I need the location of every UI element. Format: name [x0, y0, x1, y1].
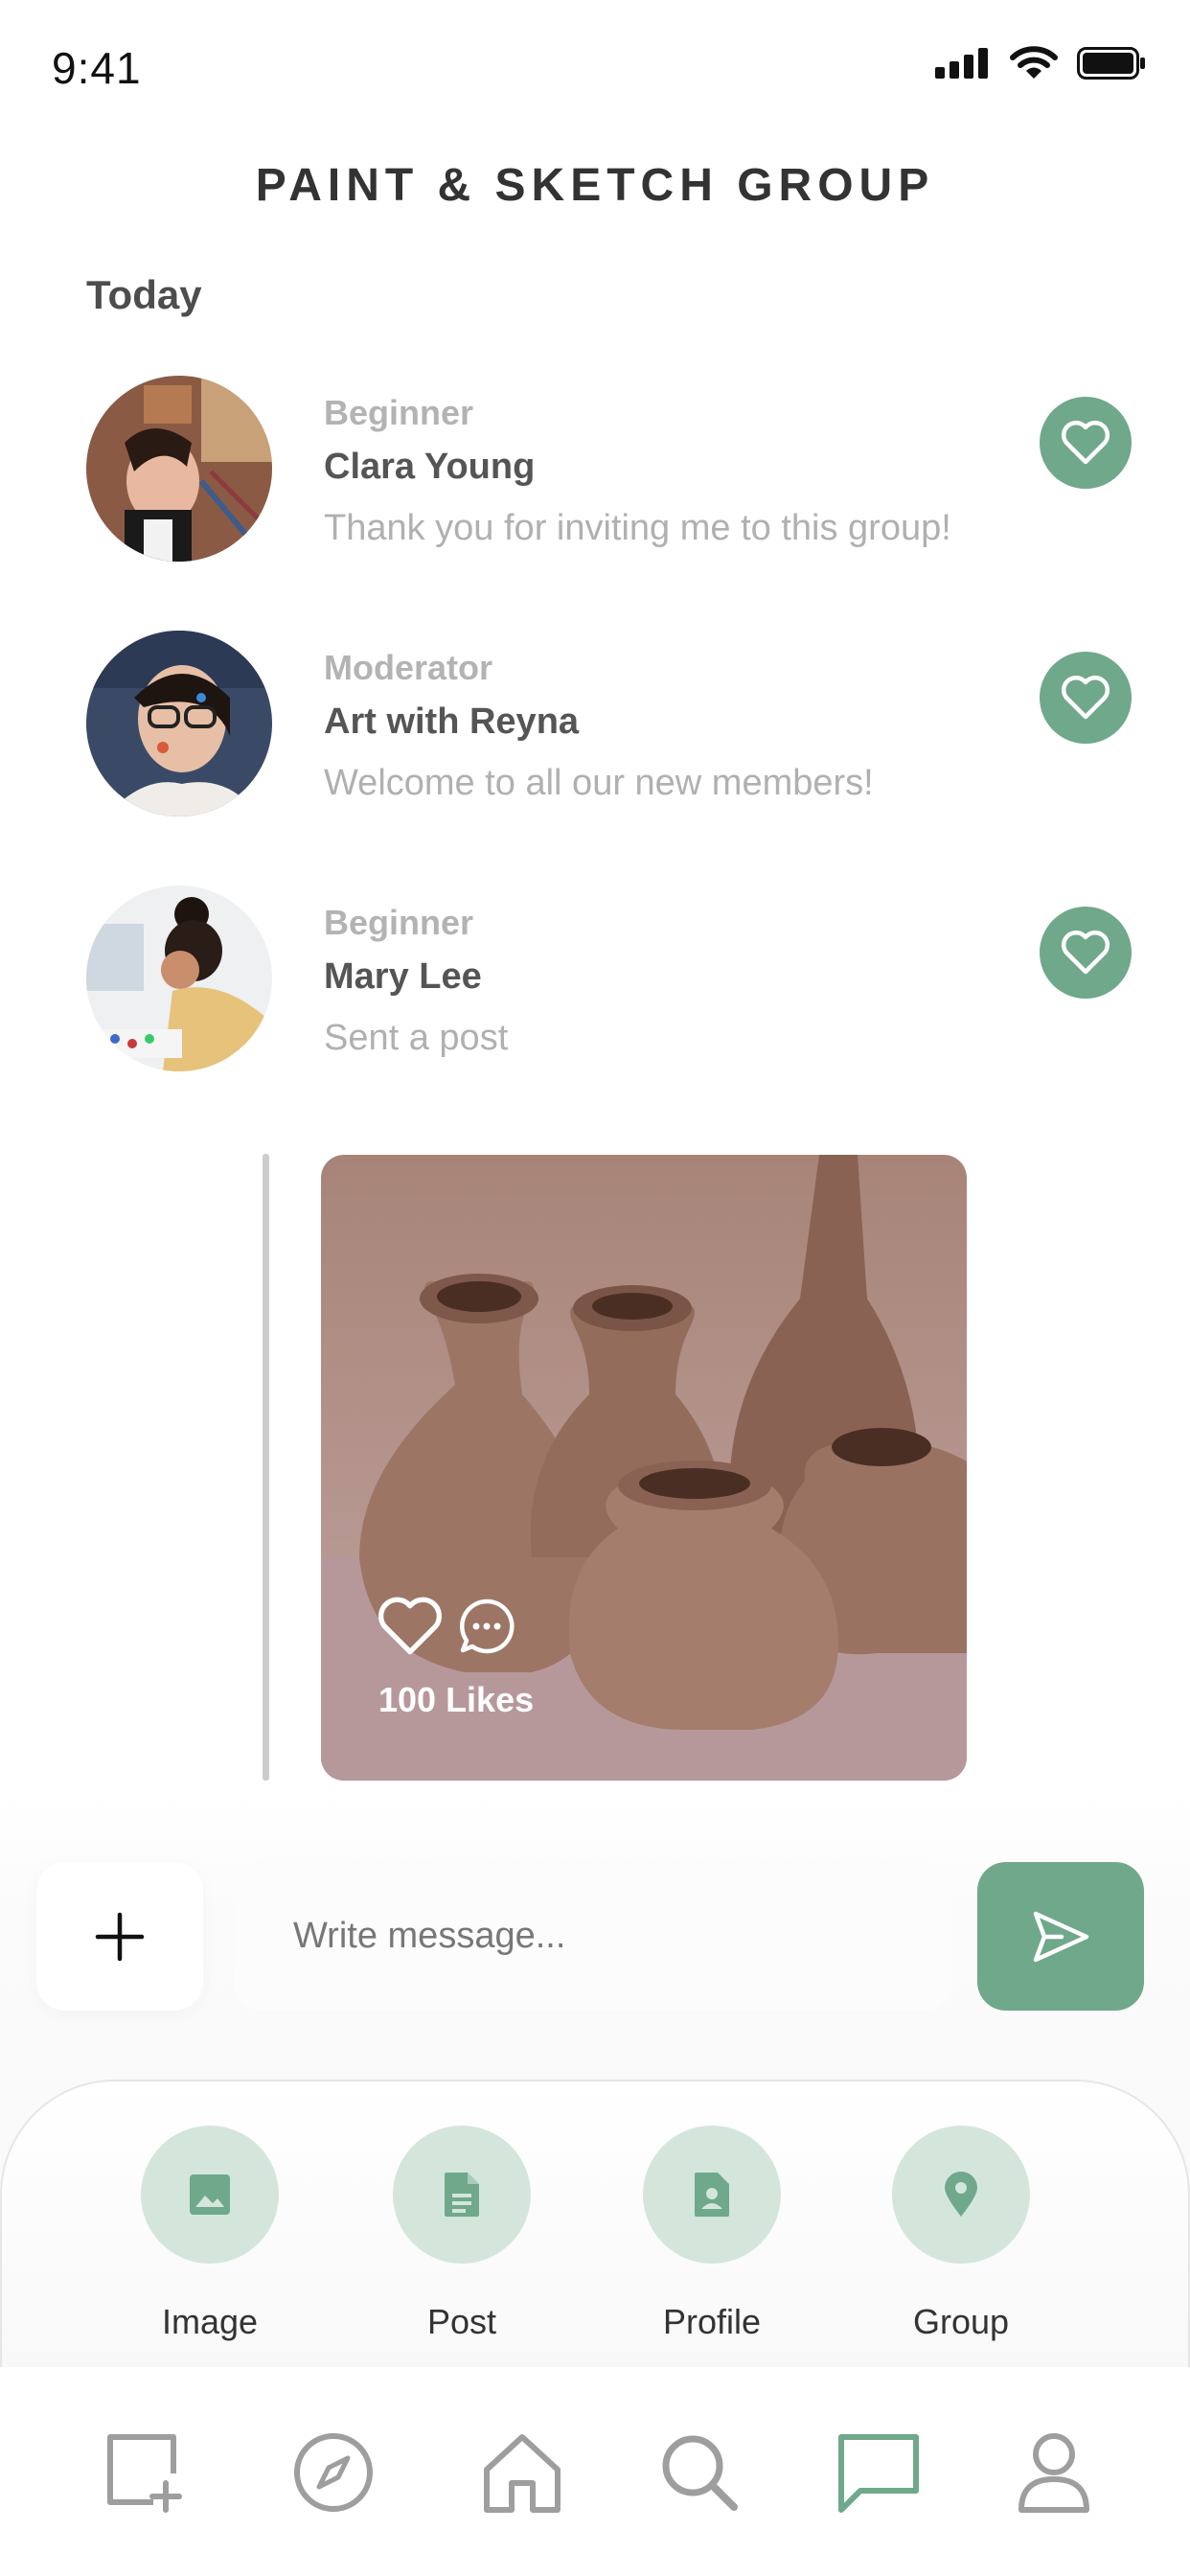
post-actions: [377, 1596, 516, 1657]
like-button[interactable]: [1040, 907, 1132, 999]
member-role: Beginner: [324, 903, 474, 942]
message-row[interactable]: Beginner Clara Young Thank you for invit…: [0, 376, 1190, 567]
message-row[interactable]: Moderator Art with Reyna Welcome to all …: [0, 631, 1190, 822]
compass-icon: [294, 2433, 373, 2512]
member-name[interactable]: Clara Young: [324, 447, 535, 488]
nav-home[interactable]: [474, 2425, 570, 2520]
attachment-image[interactable]: Image: [114, 2126, 306, 2342]
heart-icon: [1061, 930, 1110, 975]
post-thread-line: [263, 1154, 269, 1781]
nav-explore[interactable]: [286, 2425, 381, 2520]
attachment-icon-circle: [892, 2126, 1030, 2264]
attachment-group[interactable]: Group: [865, 2126, 1057, 2342]
home-icon: [484, 2434, 561, 2513]
chat-icon: [838, 2434, 919, 2513]
message-text: Welcome to all our new members!: [324, 763, 874, 803]
message-text: Sent a post: [324, 1018, 509, 1058]
attachment-post[interactable]: Post: [366, 2126, 558, 2342]
attachment-label: Profile: [662, 2302, 762, 2341]
search-icon: [662, 2435, 738, 2511]
user-icon: [1018, 2433, 1089, 2513]
message-text: Thank you for inviting me to this group!: [324, 508, 951, 548]
post-likes-count: 100 Likes: [378, 1680, 535, 1719]
send-icon: [1033, 1911, 1089, 1962]
avatar[interactable]: [86, 631, 272, 816]
post-card[interactable]: 100 Likes: [321, 1155, 967, 1781]
image-icon: [190, 2174, 230, 2215]
attachment-profile[interactable]: Profile: [616, 2126, 808, 2342]
avatar[interactable]: [86, 886, 272, 1071]
attachment-label: Group: [912, 2302, 1010, 2341]
member-role: Beginner: [324, 393, 474, 432]
attachment-icon-circle: [141, 2126, 279, 2264]
member-name[interactable]: Art with Reyna: [324, 702, 579, 743]
status-icons: [935, 46, 1146, 80]
cellular-signal-icon: [935, 48, 988, 79]
like-button[interactable]: [1040, 397, 1132, 489]
heart-icon[interactable]: [377, 1596, 444, 1657]
status-time: 9:41: [52, 43, 142, 93]
location-pin-icon: [945, 2172, 977, 2217]
nav-create-post[interactable]: [96, 2425, 192, 2520]
comment-icon[interactable]: [457, 1597, 516, 1656]
status-bar: 9:41: [0, 0, 1190, 134]
battery-icon: [1077, 47, 1145, 80]
page-title: PAINT & SKETCH GROUP: [255, 160, 935, 211]
heart-icon: [1061, 675, 1110, 720]
send-button[interactable]: [977, 1862, 1144, 2011]
add-attachment-button[interactable]: [36, 1862, 203, 2011]
attachment-icon-circle: [393, 2126, 531, 2264]
document-icon: [445, 2173, 479, 2217]
avatar[interactable]: [86, 376, 272, 562]
create-post-icon: [107, 2434, 182, 2513]
nav-profile[interactable]: [1006, 2425, 1102, 2520]
plus-icon: [95, 1912, 145, 1961]
profile-card-icon: [695, 2173, 729, 2217]
attachment-label: Image: [161, 2302, 259, 2341]
message-row[interactable]: Beginner Mary Lee Sent a post: [0, 886, 1190, 1077]
nav-chat-active[interactable]: [831, 2425, 927, 2520]
like-button[interactable]: [1040, 652, 1132, 744]
member-role: Moderator: [324, 648, 493, 687]
member-name[interactable]: Mary Lee: [324, 956, 482, 998]
nav-search[interactable]: [652, 2425, 747, 2520]
attachment-label: Post: [426, 2302, 497, 2341]
attachment-icon-circle: [643, 2126, 781, 2264]
wifi-icon: [1010, 46, 1058, 79]
heart-icon: [1061, 420, 1110, 465]
section-label-today: Today: [86, 272, 202, 317]
message-input[interactable]: [234, 1862, 952, 2011]
